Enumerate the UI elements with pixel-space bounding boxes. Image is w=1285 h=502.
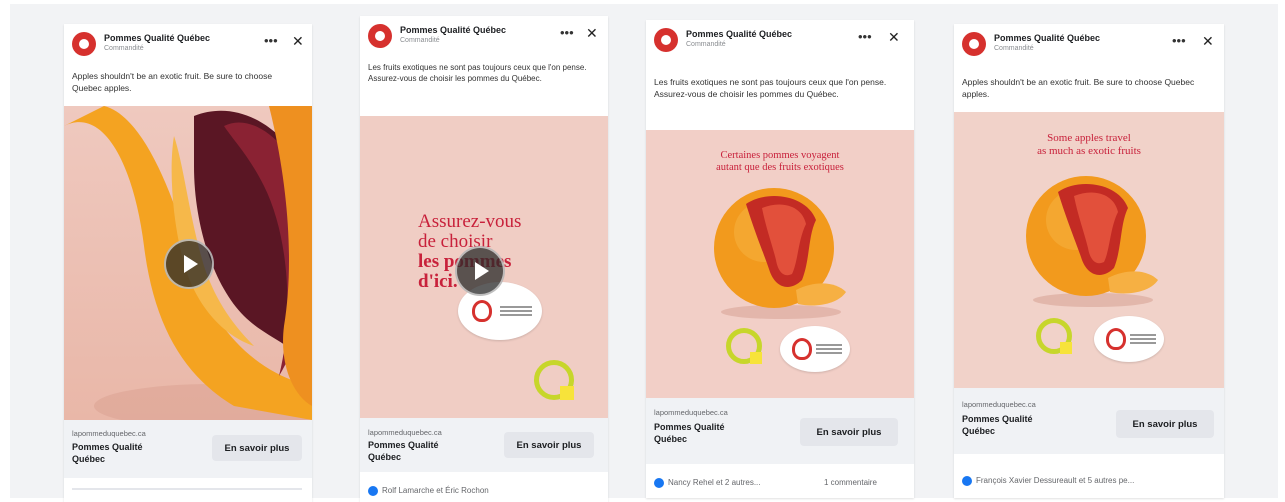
link-domain: lapommeduquebec.ca bbox=[962, 400, 1036, 409]
ad-link-footer[interactable]: lapommeduquebec.ca Pommes Qualité Québec… bbox=[64, 420, 312, 478]
quebec-apple-logo bbox=[1094, 316, 1164, 362]
page-name[interactable]: Pommes Qualité Québec bbox=[994, 33, 1100, 43]
page-avatar[interactable] bbox=[72, 32, 96, 56]
sponsored-label: Commandité bbox=[400, 37, 440, 44]
sponsored-label: Commandité bbox=[994, 45, 1034, 52]
ad-video[interactable]: Assurez-vous de choisir les pommes d'ici… bbox=[360, 116, 608, 418]
ad-header: Pommes Qualité Québec Commandité ••• ✕ bbox=[360, 16, 608, 52]
play-icon[interactable] bbox=[164, 239, 214, 289]
link-title: Pommes Qualité Québec bbox=[962, 414, 1033, 436]
post-text: Les fruits exotiques ne sont pas toujour… bbox=[654, 77, 887, 99]
more-icon[interactable]: ••• bbox=[264, 34, 278, 47]
post-text: Apples shouldn't be an exotic fruit. Be … bbox=[962, 77, 1195, 99]
close-icon[interactable]: ✕ bbox=[1202, 34, 1214, 48]
page-avatar[interactable] bbox=[962, 32, 986, 56]
close-icon[interactable]: ✕ bbox=[888, 30, 900, 44]
more-icon[interactable]: ••• bbox=[560, 26, 574, 39]
play-icon[interactable] bbox=[455, 246, 505, 296]
ad-card-4: Pommes Qualité Québec Commandité ••• ✕ A… bbox=[954, 24, 1224, 498]
page-name[interactable]: Pommes Qualité Québec bbox=[686, 29, 792, 39]
reactions-summary: Rolf Lamarche et Éric Rochon bbox=[368, 486, 489, 496]
link-title: Pommes Qualité Québec bbox=[368, 440, 439, 462]
more-icon[interactable]: ••• bbox=[1172, 34, 1186, 47]
ad-link-footer[interactable]: lapommeduquebec.ca Pommes Qualité Québec… bbox=[954, 388, 1224, 454]
learn-more-button[interactable]: En savoir plus bbox=[800, 418, 898, 446]
headline-text: Some apples travel as much as exotic fru… bbox=[1037, 132, 1141, 157]
ad-card-2: Pommes Qualité Québec Commandité ••• ✕ L… bbox=[360, 16, 608, 502]
ad-header: Pommes Qualité Québec Commandité ••• ✕ bbox=[64, 24, 312, 60]
link-title: Pommes Qualité Québec bbox=[654, 422, 725, 444]
ad-image[interactable]: Certaines pommes voyagent autant que des… bbox=[646, 130, 914, 398]
yellow-badge-corner bbox=[750, 352, 762, 364]
page-avatar[interactable] bbox=[654, 28, 678, 52]
orange-apple-image bbox=[714, 188, 846, 319]
apple-logo-icon bbox=[1106, 328, 1126, 350]
ad-card-1: Pommes Qualité Québec Commandité ••• ✕ A… bbox=[64, 24, 312, 502]
close-icon[interactable]: ✕ bbox=[586, 26, 598, 40]
link-domain: lapommeduquebec.ca bbox=[368, 428, 442, 437]
post-text: Les fruits exotiques ne sont pas toujour… bbox=[368, 63, 587, 83]
sponsored-label: Commandité bbox=[686, 41, 726, 48]
reactions-summary: François Xavier Dessureault et 5 autres … bbox=[962, 476, 1134, 486]
link-domain: lapommeduquebec.ca bbox=[654, 408, 728, 417]
page-name[interactable]: Pommes Qualité Québec bbox=[400, 25, 506, 35]
post-text: Apples shouldn't be an exotic fruit. Be … bbox=[72, 71, 273, 93]
reactions-bar bbox=[72, 488, 302, 490]
link-title: Pommes Qualité Québec bbox=[72, 442, 143, 464]
headline-text: Certaines pommes voyagent autant que des… bbox=[716, 150, 844, 173]
page-avatar[interactable] bbox=[368, 24, 392, 48]
link-domain: lapommeduquebec.ca bbox=[72, 429, 146, 438]
comments-count[interactable]: 1 commentaire bbox=[824, 478, 877, 487]
more-icon[interactable]: ••• bbox=[858, 30, 872, 43]
yellow-badge-corner bbox=[560, 386, 574, 400]
close-icon[interactable]: ✕ bbox=[292, 34, 304, 48]
reactions-summary: Nancy Rehel et 2 autres... bbox=[654, 478, 761, 488]
ad-header: Pommes Qualité Québec Commandité ••• ✕ bbox=[954, 24, 1224, 60]
learn-more-button[interactable]: En savoir plus bbox=[1116, 410, 1214, 438]
yellow-badge-corner bbox=[1060, 342, 1072, 354]
ad-image[interactable]: Some apples travel as much as exotic fru… bbox=[954, 112, 1224, 388]
like-icon bbox=[368, 486, 378, 496]
sponsored-label: Commandité bbox=[104, 45, 144, 52]
ad-card-3: Pommes Qualité Québec Commandité ••• ✕ L… bbox=[646, 20, 914, 498]
quebec-apple-logo bbox=[780, 326, 850, 372]
learn-more-button[interactable]: En savoir plus bbox=[212, 435, 302, 461]
ad-link-footer[interactable]: lapommeduquebec.ca Pommes Qualité Québec… bbox=[646, 398, 914, 464]
apple-logo-icon bbox=[792, 338, 812, 360]
ads-gallery: Pommes Qualité Québec Commandité ••• ✕ A… bbox=[10, 4, 1278, 502]
like-icon bbox=[962, 476, 972, 486]
orange-apple-image bbox=[1026, 176, 1158, 307]
learn-more-button[interactable]: En savoir plus bbox=[504, 432, 594, 458]
ad-video[interactable] bbox=[64, 106, 312, 420]
apple-logo-icon bbox=[472, 300, 492, 322]
ad-header: Pommes Qualité Québec Commandité ••• ✕ bbox=[646, 20, 914, 56]
like-icon bbox=[654, 478, 664, 488]
ad-link-footer[interactable]: lapommeduquebec.ca Pommes Qualité Québec… bbox=[360, 418, 608, 472]
page-name[interactable]: Pommes Qualité Québec bbox=[104, 33, 210, 43]
